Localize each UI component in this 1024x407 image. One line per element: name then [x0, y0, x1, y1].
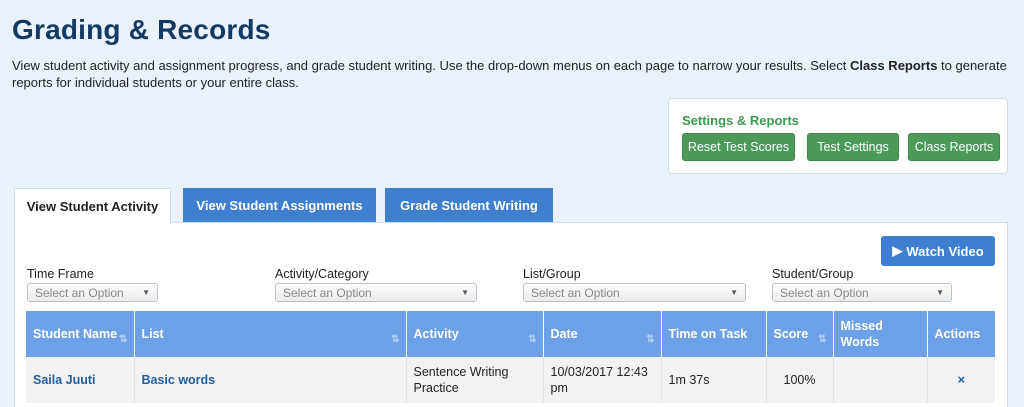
sort-icon: ⇅	[391, 334, 400, 345]
student-group-select[interactable]: Select an Option ▼	[772, 283, 952, 302]
select-value: Select an Option	[780, 285, 869, 300]
date-cell: 10/03/2017 12:43 pm	[543, 357, 662, 403]
class-reports-emphasis: Class Reports	[850, 58, 938, 73]
tab-view-student-activity[interactable]: View Student Activity	[14, 188, 171, 224]
col-date[interactable]: Date ⇅	[543, 311, 662, 357]
activity-table: Student Name ⇅ List ⇅ Activity ⇅ Date ⇅ Time…	[26, 311, 995, 403]
student-name-cell[interactable]: Saila Juuti	[26, 357, 135, 403]
select-value: Select an Option	[531, 285, 620, 300]
time-frame-select[interactable]: Select an Option ▼	[27, 283, 158, 302]
settings-title: Settings & Reports	[682, 113, 800, 128]
delete-icon[interactable]: ×	[957, 372, 965, 387]
chevron-down-icon: ▼	[936, 288, 944, 297]
chevron-down-icon: ▼	[730, 288, 738, 297]
col-score[interactable]: Score ⇅	[766, 311, 834, 357]
col-activity[interactable]: Activity ⇅	[406, 311, 544, 357]
select-value: Select an Option	[35, 285, 124, 300]
sort-icon: ⇅	[528, 334, 537, 345]
student-group-label: Student/Group	[772, 267, 854, 281]
list-group-label: List/Group	[523, 267, 581, 281]
col-missed-words: Missed Words	[833, 311, 928, 357]
watch-video-label: Watch Video	[906, 243, 984, 259]
watch-video-button[interactable]: ▶ Watch Video	[881, 236, 995, 266]
activity-category-select[interactable]: Select an Option ▼	[275, 283, 477, 302]
intro-text-part: View student activity and assignment pro…	[12, 58, 850, 73]
col-list[interactable]: List ⇅	[134, 311, 407, 357]
tab-grade-student-writing[interactable]: Grade Student Writing	[385, 188, 553, 223]
table-header-row: Student Name ⇅ List ⇅ Activity ⇅ Date ⇅ Time…	[26, 311, 995, 357]
select-value: Select an Option	[283, 285, 372, 300]
chevron-down-icon: ▼	[142, 288, 150, 297]
score-cell: 100%	[766, 357, 834, 403]
list-group-select[interactable]: Select an Option ▼	[523, 283, 746, 302]
time-on-task-cell: 1m 37s	[661, 357, 767, 403]
col-student-name[interactable]: Student Name ⇅	[26, 311, 135, 357]
play-icon: ▶	[892, 243, 903, 258]
activity-category-label: Activity/Category	[275, 267, 369, 281]
activity-cell: Sentence Writing Practice	[406, 357, 544, 403]
sort-icon: ⇅	[119, 334, 128, 345]
intro-text: View student activity and assignment pro…	[12, 57, 1012, 91]
time-frame-label: Time Frame	[27, 267, 94, 281]
page-title: Grading & Records	[12, 14, 271, 45]
sort-icon: ⇅	[646, 334, 655, 345]
settings-reports-box: Settings & Reports Reset Test Scores Tes…	[668, 98, 1008, 174]
missed-words-cell	[833, 357, 928, 403]
test-settings-button[interactable]: Test Settings	[807, 133, 899, 161]
activity-panel: ▶ Watch Video Time Frame Select an Optio…	[14, 222, 1008, 407]
reset-test-scores-button[interactable]: Reset Test Scores	[682, 133, 795, 161]
class-reports-button[interactable]: Class Reports	[908, 133, 1000, 161]
list-cell[interactable]: Basic words	[134, 357, 407, 403]
col-time-on-task[interactable]: Time on Task	[661, 311, 767, 357]
table-row: Saila Juuti Basic words Sentence Writing…	[26, 357, 995, 403]
actions-cell: ×	[927, 357, 995, 403]
sort-icon: ⇅	[818, 334, 827, 345]
tab-view-student-assignments[interactable]: View Student Assignments	[183, 188, 376, 223]
chevron-down-icon: ▼	[461, 288, 469, 297]
col-actions: Actions	[927, 311, 995, 357]
